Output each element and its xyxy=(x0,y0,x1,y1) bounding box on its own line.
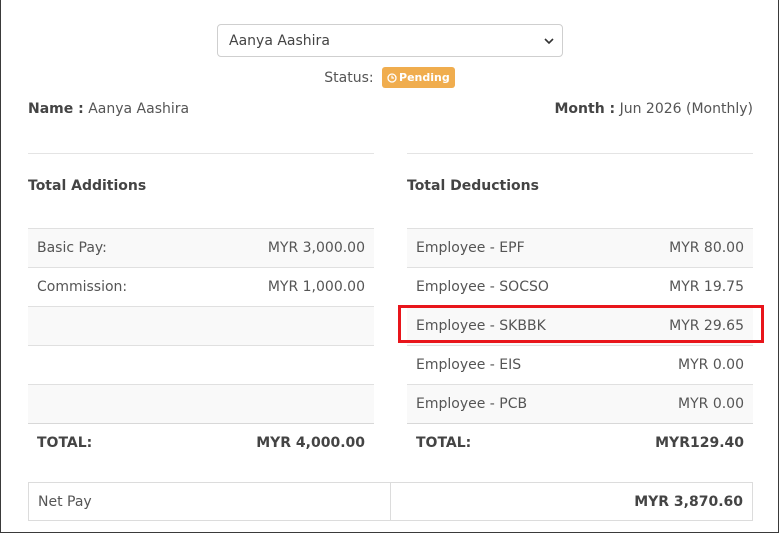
addition-amount xyxy=(187,384,374,424)
status-badge-text: Pending xyxy=(399,71,450,84)
deduction-amount: MYR 80.00 xyxy=(609,228,753,268)
deduction-amount: MYR 0.00 xyxy=(609,384,753,424)
deduction-label: Employee - EIS xyxy=(407,345,610,385)
deductions-table: Employee - EPF MYR 80.00 Employee - SOCS… xyxy=(407,228,753,463)
addition-label: Commission: xyxy=(28,267,188,307)
employee-select[interactable]: Aanya Aashira xyxy=(217,24,563,57)
employee-select-value: Aanya Aashira xyxy=(229,33,330,49)
table-row xyxy=(28,384,374,424)
net-pay-table: Net Pay MYR 3,870.60 xyxy=(28,482,753,521)
addition-label: Basic Pay: xyxy=(28,228,188,268)
name-value: Aanya Aashira xyxy=(88,101,190,117)
table-row xyxy=(28,306,374,346)
addition-label xyxy=(28,345,188,385)
net-pay-row: Net Pay MYR 3,870.60 xyxy=(28,482,753,521)
net-pay-label: Net Pay xyxy=(28,482,391,521)
table-row: Employee - SOCSO MYR 19.75 xyxy=(407,267,753,307)
table-row: Basic Pay: MYR 3,000.00 xyxy=(28,228,374,268)
skbbk-highlight-box xyxy=(398,305,764,343)
clock-icon xyxy=(387,73,397,83)
status-label: Status: xyxy=(324,69,374,86)
additions-total-row: TOTAL: MYR 4,000.00 xyxy=(28,423,374,463)
deduction-label: Employee - EPF xyxy=(407,228,610,268)
name-label: Name : xyxy=(28,101,84,117)
deductions-total-row: TOTAL: MYR129.40 xyxy=(407,423,753,463)
month-label: Month : xyxy=(554,101,616,117)
chevron-down-icon xyxy=(544,38,554,45)
deduction-amount: MYR 19.75 xyxy=(609,267,753,307)
divider-left xyxy=(28,153,374,154)
status-row: Status: Pending xyxy=(0,67,779,89)
divider-right xyxy=(407,153,753,154)
additions-table: Basic Pay: MYR 3,000.00 Commission: MYR … xyxy=(28,228,374,463)
status-badge: Pending xyxy=(382,67,455,88)
deductions-title: Total Deductions xyxy=(407,178,539,194)
month-info: Month : Jun 2026 (Monthly) xyxy=(555,101,754,117)
employee-name-info: Name : Aanya Aashira xyxy=(28,101,189,117)
month-value: Jun 2026 (Monthly) xyxy=(619,101,753,117)
deductions-total-label: TOTAL: xyxy=(407,423,610,463)
addition-amount xyxy=(187,306,374,346)
deductions-total-amount: MYR129.40 xyxy=(609,423,753,463)
additions-total-label: TOTAL: xyxy=(28,423,188,463)
table-row xyxy=(28,345,374,385)
table-row: Employee - EIS MYR 0.00 xyxy=(407,345,753,385)
deduction-amount: MYR 0.00 xyxy=(609,345,753,385)
addition-amount: MYR 3,000.00 xyxy=(187,228,374,268)
table-row: Employee - PCB MYR 0.00 xyxy=(407,384,753,424)
additions-title: Total Additions xyxy=(28,178,147,194)
additions-total-amount: MYR 4,000.00 xyxy=(187,423,374,463)
addition-amount xyxy=(187,345,374,385)
deduction-label: Employee - PCB xyxy=(407,384,610,424)
addition-label xyxy=(28,306,188,346)
net-pay-amount: MYR 3,870.60 xyxy=(390,482,753,521)
addition-label xyxy=(28,384,188,424)
table-row: Commission: MYR 1,000.00 xyxy=(28,267,374,307)
table-row: Employee - EPF MYR 80.00 xyxy=(407,228,753,268)
addition-amount: MYR 1,000.00 xyxy=(187,267,374,307)
deduction-label: Employee - SOCSO xyxy=(407,267,610,307)
